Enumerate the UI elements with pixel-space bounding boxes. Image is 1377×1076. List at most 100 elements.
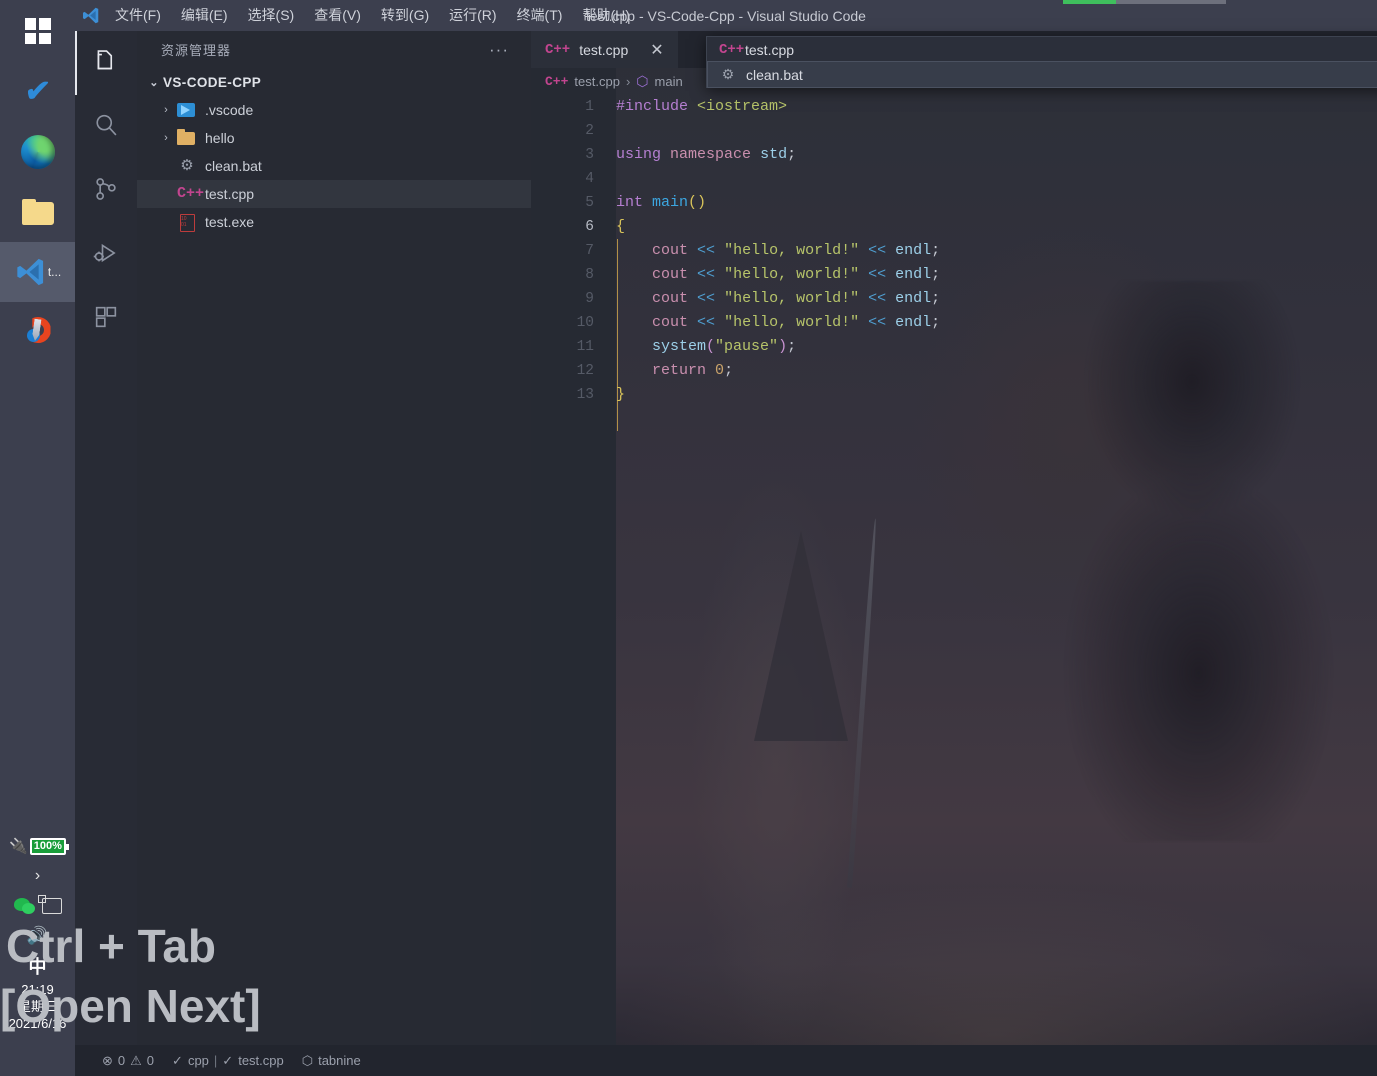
warning-icon: ⚠	[130, 1052, 142, 1068]
vscode-folder-icon	[177, 101, 197, 119]
token-parens: ()	[688, 194, 707, 211]
code-line: 3 using namespace std;	[531, 143, 1377, 167]
line-content: cout << "hello, world!" << endl;	[594, 239, 940, 263]
code-line: 9 cout << "hello, world!" << endl;	[531, 287, 1377, 311]
code-line: 7 cout << "hello, world!" << endl;	[531, 239, 1377, 263]
monitor-icon[interactable]	[37, 895, 62, 914]
line-content: cout << "hello, world!" << endl;	[594, 287, 940, 311]
line-content: using namespace std;	[594, 143, 796, 167]
menu-edit[interactable]: 编辑(E)	[171, 0, 238, 31]
status-tabnine[interactable]: ⬡ tabnine	[293, 1045, 370, 1076]
windows-start-button[interactable]	[0, 0, 75, 62]
token-preprocessor: #include	[616, 98, 689, 115]
menu-selection[interactable]: 选择(S)	[238, 0, 305, 31]
token-identifier: cout	[652, 290, 689, 307]
close-icon[interactable]: ✕	[650, 40, 663, 60]
status-bar: ⊗ 0 ⚠ 0 ✓ cpp | ✓ test.cpp ⬡ tabnine	[75, 1045, 1377, 1076]
token-brace: }	[616, 386, 626, 403]
activity-run-debug-button[interactable]	[75, 223, 137, 287]
explorer-root-folder[interactable]: ⌄ VS-CODE-CPP	[137, 68, 531, 96]
menu-terminal[interactable]: 终端(T)	[507, 0, 573, 31]
folder-icon	[177, 129, 197, 147]
vscode-icon	[14, 256, 46, 288]
taskbar-todo-button[interactable]: ✔	[0, 62, 75, 122]
token-punct: ;	[931, 266, 941, 283]
status-tabnine-label: tabnine	[318, 1053, 361, 1068]
token-string: "hello, world!"	[724, 290, 860, 307]
token-operator: <<	[868, 314, 887, 331]
tree-item-test-exe[interactable]: › test.exe	[137, 208, 531, 236]
tree-item-test-cpp[interactable]: › C++ test.cpp	[137, 180, 531, 208]
tray-battery[interactable]: 🔌 100%	[0, 831, 75, 861]
status-file: test.cpp	[238, 1053, 284, 1068]
token-identifier: endl	[895, 290, 932, 307]
token-keyword: return	[652, 362, 707, 379]
spacer: ›	[155, 188, 177, 200]
activity-extensions-button[interactable]	[75, 287, 137, 351]
taskbar-clock[interactable]: 21:19 星期三 2021/6/16	[0, 981, 75, 1036]
wechat-icon[interactable]	[13, 897, 36, 915]
tree-item-hello[interactable]: › hello	[137, 124, 531, 152]
breadcrumb-file[interactable]: test.cpp	[574, 74, 620, 89]
tray-apps[interactable]	[0, 891, 75, 921]
breadcrumb-symbol[interactable]: main	[655, 74, 683, 89]
token-identifier: endl	[895, 242, 932, 259]
quickpick-item-test-cpp[interactable]: C++ test.cpp	[707, 37, 1377, 62]
token-function: main	[652, 194, 689, 211]
progress-indicator	[1063, 0, 1226, 4]
status-problems[interactable]: ⊗ 0 ⚠ 0	[93, 1045, 163, 1076]
code-editor[interactable]: 1 #include <iostream> 2 3 using namespac…	[531, 95, 1377, 1045]
menu-file[interactable]: 文件(F)	[105, 0, 171, 31]
menu-bar[interactable]: 文件(F) 编辑(E) 选择(S) 查看(V) 转到(G) 运行(R) 终端(T…	[105, 0, 640, 31]
menu-run[interactable]: 运行(R)	[439, 0, 506, 31]
cpp-file-icon: C++	[719, 41, 745, 58]
tab-test-cpp[interactable]: C++ test.cpp ✕	[531, 31, 678, 68]
line-number: 11	[576, 339, 594, 355]
tray-volume-button[interactable]: 🔊	[0, 921, 75, 951]
show-desktop-button[interactable]	[0, 1036, 75, 1076]
activity-source-control-button[interactable]	[75, 159, 137, 223]
activity-explorer-button[interactable]	[75, 31, 137, 95]
tray-expand-button[interactable]: ›	[0, 861, 75, 891]
files-explorer-icon	[92, 47, 120, 80]
tree-item-vscode[interactable]: › .vscode	[137, 96, 531, 124]
menu-go[interactable]: 转到(G)	[371, 0, 439, 31]
line-number: 12	[576, 363, 594, 379]
token-operator: <<	[868, 242, 887, 259]
taskbar-vscode-button[interactable]: t...	[0, 242, 75, 302]
token-brace: {	[616, 218, 626, 235]
code-line: 10 cout << "hello, world!" << endl;	[531, 311, 1377, 335]
explorer-more-actions-button[interactable]: ···	[489, 41, 509, 58]
gear-icon: ⚙	[721, 66, 735, 82]
token-paren: )	[778, 338, 788, 355]
quickpick-item-clean-bat[interactable]: ⚙ clean.bat ✕	[707, 61, 1377, 88]
editor-quick-pick[interactable]: C++ test.cpp ⚙ clean.bat ✕	[706, 36, 1377, 88]
menu-help[interactable]: 帮助(H)	[572, 0, 639, 31]
editor-area: C++ test.cpp ✕ C++ test.cpp › ⬡ main 1 #…	[531, 31, 1377, 1045]
taskbar-file-explorer-button[interactable]	[0, 182, 75, 242]
ime-indicator: 中	[28, 957, 47, 977]
code-line: 8 cout << "hello, world!" << endl;	[531, 263, 1377, 287]
tray-ime-button[interactable]: 中	[0, 951, 75, 981]
taskbar-edge-button[interactable]	[0, 122, 75, 182]
status-cpp-config[interactable]: ✓ cpp | ✓ test.cpp	[163, 1045, 293, 1076]
token-string: "hello, world!"	[724, 266, 860, 283]
blue-check-icon: ✔	[23, 75, 52, 108]
folder-icon	[21, 199, 54, 225]
taskbar-pdf-reader-button[interactable]	[0, 302, 75, 362]
code-line: 11 system("pause");	[531, 335, 1377, 359]
menu-view[interactable]: 查看(V)	[304, 0, 371, 31]
chevron-right-icon: ›	[164, 132, 168, 144]
line-content: #include <iostream>	[594, 95, 787, 119]
token-string: "hello, world!"	[724, 314, 860, 331]
gear-icon: ⚙	[180, 157, 194, 174]
activity-bar	[75, 31, 137, 1045]
cpp-file-icon: C++	[177, 185, 205, 202]
token-punct: ;	[931, 242, 941, 259]
tree-item-clean-bat[interactable]: › ⚙ clean.bat	[137, 152, 531, 180]
activity-search-button[interactable]	[75, 95, 137, 159]
token-operator: <<	[697, 266, 716, 283]
token-number: 0	[715, 362, 725, 379]
tree-item-label: test.exe	[205, 214, 255, 230]
line-content: return 0;	[594, 359, 733, 383]
